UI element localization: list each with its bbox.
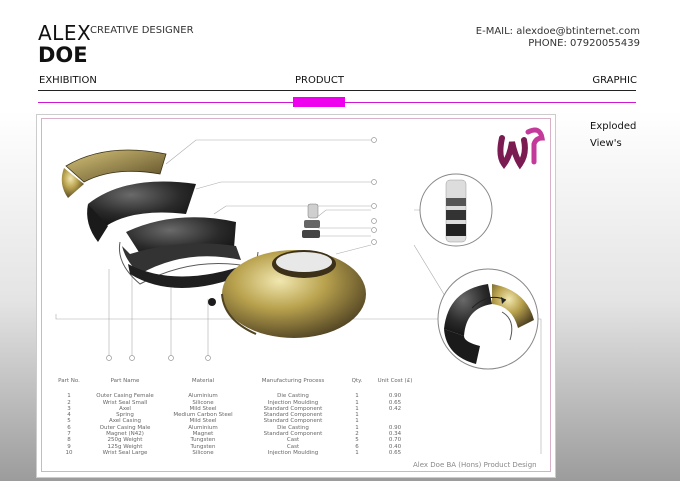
image-caption: Exploded View's bbox=[590, 118, 636, 152]
nav-exhibition[interactable]: EXHIBITION bbox=[39, 75, 97, 86]
role-title: CREATIVE DESIGNER bbox=[90, 25, 194, 36]
caption-line: View's bbox=[590, 138, 622, 149]
col-unit-cost: Unit Cost (£) bbox=[377, 378, 413, 384]
phone-text: PHONE: 07920055439 bbox=[528, 38, 640, 49]
col-part-no: Part No. bbox=[58, 378, 80, 384]
sheet-credit: Alex Doe BA (Hons) Product Design bbox=[413, 461, 537, 469]
first-name: ALEX bbox=[38, 21, 92, 45]
table-row: 10 Wrist Seal Large Silicone Injection Moul… bbox=[65, 449, 402, 456]
contact-block: E-MAIL: alexdoe@btinternet.com PHONE: 07… bbox=[476, 26, 640, 50]
last-name: DOE bbox=[38, 43, 88, 67]
col-part-name: Part Name bbox=[110, 378, 140, 384]
email-text: E-MAIL: alexdoe@btinternet.com bbox=[475, 26, 640, 37]
col-process: Manufacturing Process bbox=[261, 378, 325, 384]
table-header-row: Part No. Part Name Material Manufacturin… bbox=[50, 378, 418, 393]
col-qty: Qty. bbox=[351, 378, 363, 384]
nav-active-indicator bbox=[293, 97, 345, 107]
caption-line: Exploded bbox=[590, 121, 637, 132]
brand-logo-icon bbox=[497, 127, 545, 170]
nav-graphic[interactable]: GRAPHIC bbox=[592, 75, 637, 86]
nav-divider bbox=[38, 90, 636, 91]
parts-table: Part No. Part Name Material Manufacturin… bbox=[50, 378, 418, 456]
nav-product[interactable]: PRODUCT bbox=[295, 75, 344, 86]
col-material: Material bbox=[191, 378, 215, 384]
